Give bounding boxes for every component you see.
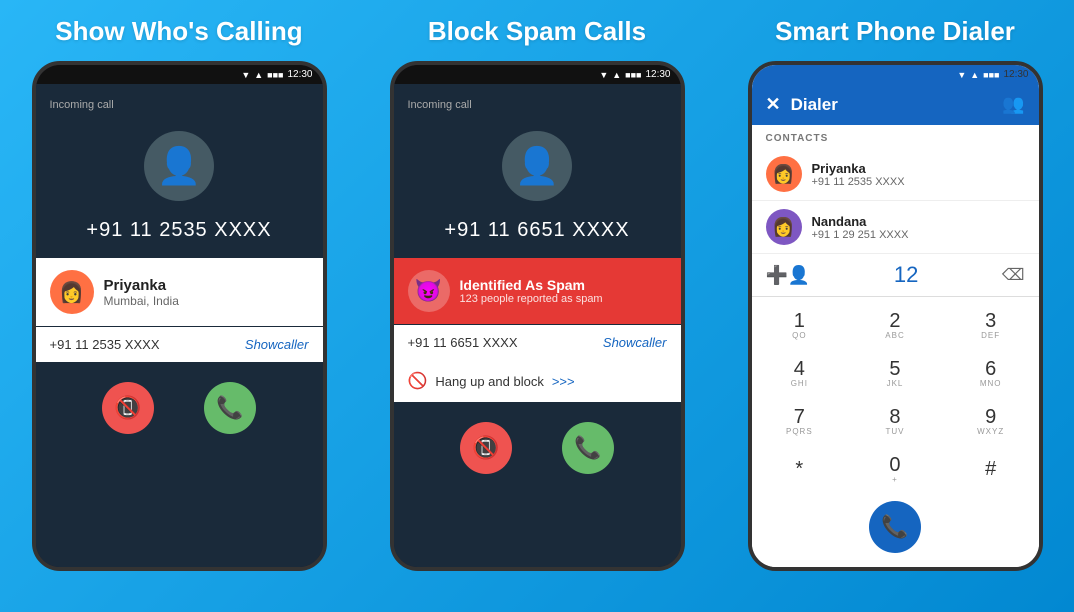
dialer-input-value[interactable]: 12 — [818, 262, 994, 288]
section-smart-dialer: Smart Phone Dialer ▼ ▲ ■■■ 12:30 ✕ Diale… — [730, 16, 1060, 596]
dial-key-4[interactable]: 4GHI — [752, 349, 848, 397]
status-bar-1: ▼ ▲ ■■■ 12:30 — [36, 65, 323, 84]
status-time-2: 12:30 — [645, 69, 670, 80]
contacts-icon[interactable]: 👥 — [1002, 94, 1024, 115]
dialer-input-row: ➕👤 12 ⌫ — [752, 254, 1039, 297]
hangup-text: Hang up and block — [435, 374, 543, 389]
section-show-calling: Show Who's Calling ▼ ▲ ■■■ 12:30 Incomin… — [14, 16, 344, 596]
hangup-row[interactable]: 🚫 Hang up and block >>> — [394, 360, 681, 402]
accept-button-1[interactable]: 📞 — [204, 382, 256, 434]
dialer-screen: ✕ Dialer 👥 CONTACTS 👩 Priyanka +91 11 25… — [752, 84, 1039, 567]
showcaller-link-2[interactable]: Showcaller — [603, 335, 667, 350]
phone-mockup-3: ▼ ▲ ■■■ 12:30 ✕ Dialer 👥 CONTACTS 👩 Priy… — [748, 61, 1043, 571]
contacts-section-label: CONTACTS — [752, 125, 1039, 148]
dial-key-9[interactable]: 9WXYZ — [943, 397, 1039, 445]
caller-number-text-2: +91 11 6651 XXXX — [408, 335, 518, 350]
dialpad: 1QO2ABC3DEF 4GHI5JKL6MNO 7PQRS8TUV9WXYZ *0+… — [752, 297, 1039, 497]
dial-key-#[interactable]: # — [943, 445, 1039, 493]
contact-name-nandana: Nandana — [812, 214, 909, 229]
dial-key-2[interactable]: 2ABC — [847, 301, 943, 349]
contact-avatar-nandana: 👩 — [766, 209, 802, 245]
caller-card-1: 👩 Priyanka Mumbai, India — [36, 258, 323, 326]
caller-photo-1: 👩 — [50, 270, 94, 314]
call-buttons-1: 📵 📞 — [102, 362, 256, 454]
avatar-person-icon-1: 👤 — [157, 145, 202, 187]
dial-key-8[interactable]: 8TUV — [847, 397, 943, 445]
block-icon: 🚫 — [408, 371, 428, 391]
dial-call-button[interactable]: 📞 — [869, 501, 921, 553]
spam-info: Identified As Spam 123 people reported a… — [460, 277, 603, 305]
dial-key-1[interactable]: 1QO — [752, 301, 848, 349]
close-dialer-button[interactable]: ✕ — [766, 94, 781, 115]
contact-avatar-priyanka: 👩 — [766, 156, 802, 192]
section-block-spam: Block Spam Calls ▼ ▲ ■■■ 12:30 Incoming … — [372, 16, 702, 596]
dial-key-6[interactable]: 6MNO — [943, 349, 1039, 397]
accept-button-2[interactable]: 📞 — [562, 422, 614, 474]
status-bar-2: ▼ ▲ ■■■ 12:30 — [394, 65, 681, 84]
backspace-icon[interactable]: ⌫ — [1002, 265, 1025, 285]
call-screen-1: Incoming call 👤 +91 11 2535 XXXX 👩 Priya… — [36, 84, 323, 567]
phone-mockup-2: ▼ ▲ ■■■ 12:30 Incoming call 👤 +91 11 665… — [390, 61, 685, 571]
spam-card: 😈 Identified As Spam 123 people reported… — [394, 258, 681, 324]
incoming-label-1: Incoming call — [36, 99, 114, 111]
status-bar-3: ▼ ▲ ■■■ 12:30 — [752, 65, 1039, 84]
section-title-3: Smart Phone Dialer — [775, 16, 1015, 47]
dial-key-7[interactable]: 7PQRS — [752, 397, 848, 445]
caller-avatar-circle-1: 👤 — [144, 131, 214, 201]
call-buttons-2: 📵 📞 — [460, 402, 614, 494]
dial-key-5[interactable]: 5JKL — [847, 349, 943, 397]
caller-number-text-1: +91 11 2535 XXXX — [50, 337, 160, 352]
caller-name-1: Priyanka — [104, 277, 309, 294]
add-contact-icon[interactable]: ➕👤 — [766, 265, 811, 286]
hangup-arrow: >>> — [552, 374, 575, 389]
caller-avatar-circle-2: 👤 — [502, 131, 572, 201]
contact-num-priyanka: +91 11 2535 XXXX — [812, 176, 905, 188]
phone-number-2: +91 11 6651 XXXX — [444, 219, 629, 242]
avatar-person-icon-2: 👤 — [515, 145, 560, 187]
dial-key-*[interactable]: * — [752, 445, 848, 493]
call-screen-2: Incoming call 👤 +91 11 6651 XXXX 😈 Ident… — [394, 84, 681, 567]
spam-title: Identified As Spam — [460, 277, 603, 293]
caller-number-row-1: +91 11 2535 XXXX Showcaller — [36, 327, 323, 362]
caller-number-row-2: +91 11 6651 XXXX Showcaller — [394, 325, 681, 360]
incoming-label-2: Incoming call — [394, 99, 472, 111]
contact-row-priyanka[interactable]: 👩 Priyanka +91 11 2535 XXXX — [752, 148, 1039, 201]
dialer-header: ✕ Dialer 👥 — [752, 84, 1039, 125]
contact-row-nandana[interactable]: 👩 Nandana +91 1 29 251 XXXX — [752, 201, 1039, 254]
section-title-2: Block Spam Calls — [428, 16, 646, 47]
decline-button-2[interactable]: 📵 — [460, 422, 512, 474]
dial-key-3[interactable]: 3DEF — [943, 301, 1039, 349]
phone-mockup-1: ▼ ▲ ■■■ 12:30 Incoming call 👤 +91 11 253… — [32, 61, 327, 571]
dial-key-0[interactable]: 0+ — [847, 445, 943, 493]
caller-info-1: Priyanka Mumbai, India — [104, 277, 309, 308]
showcaller-link-1[interactable]: Showcaller — [245, 337, 309, 352]
spam-icon: 😈 — [408, 270, 450, 312]
spam-subtitle: 123 people reported as spam — [460, 293, 603, 305]
contact-info-priyanka: Priyanka +91 11 2535 XXXX — [812, 161, 905, 188]
decline-button-1[interactable]: 📵 — [102, 382, 154, 434]
section-title-1: Show Who's Calling — [55, 16, 302, 47]
caller-location-1: Mumbai, India — [104, 294, 309, 308]
contact-info-nandana: Nandana +91 1 29 251 XXXX — [812, 214, 909, 241]
dialer-title: Dialer — [791, 95, 992, 115]
contact-name-priyanka: Priyanka — [812, 161, 905, 176]
phone-number-1: +91 11 2535 XXXX — [86, 219, 271, 242]
status-time-1: 12:30 — [287, 69, 312, 80]
contact-num-nandana: +91 1 29 251 XXXX — [812, 229, 909, 241]
status-time-3: 12:30 — [1003, 69, 1028, 80]
